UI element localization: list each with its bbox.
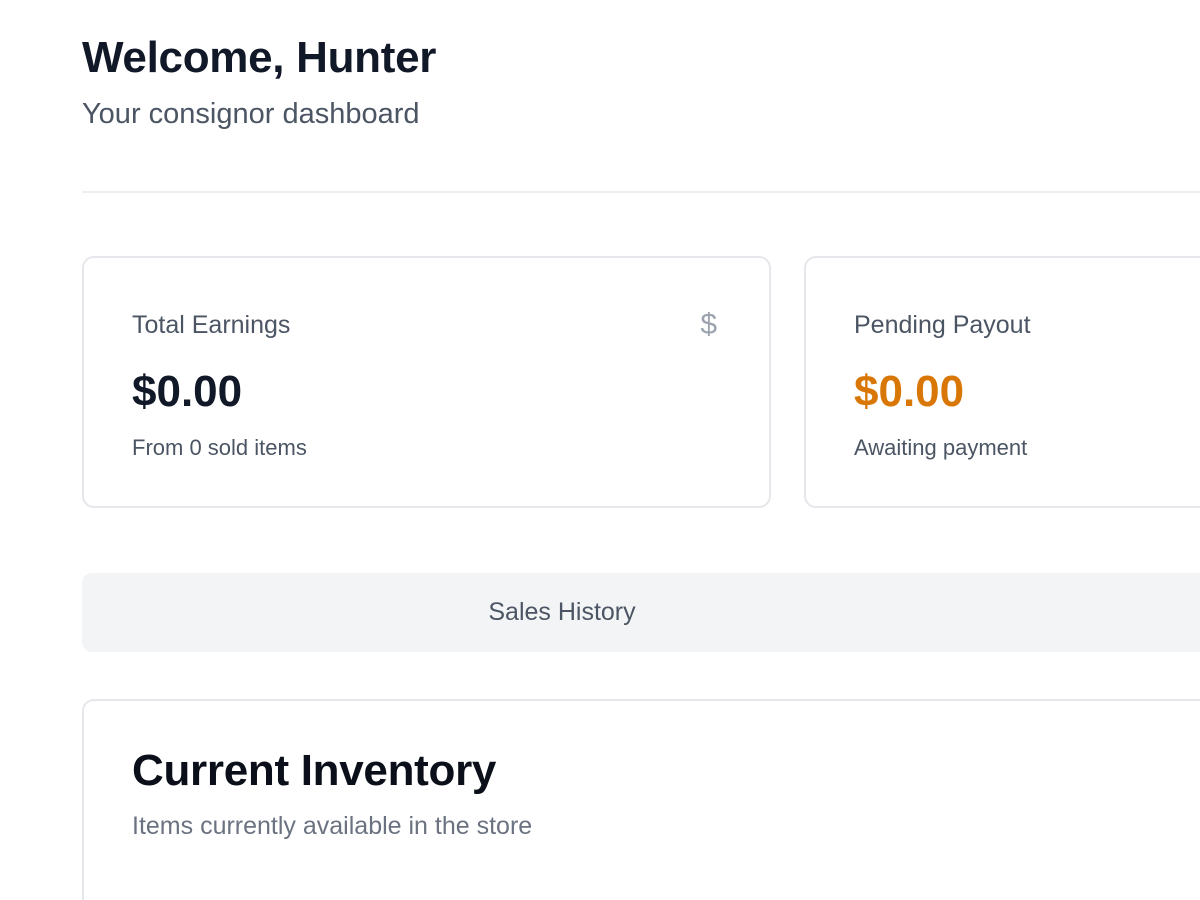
tab-sales-history[interactable]: Sales History	[82, 573, 1042, 652]
total-earnings-label: Total Earnings	[132, 311, 291, 339]
inventory-subtitle: Items currently available in the store	[132, 812, 533, 840]
pending-payout-card: Pending Payout $0.00 Awaiting payment	[804, 256, 1200, 508]
page-subtitle: Your consignor dashboard	[82, 98, 420, 130]
dashboard-page: Welcome, Hunter Your consignor dashboard…	[0, 0, 1200, 900]
inventory-title: Current Inventory	[132, 746, 497, 795]
total-earnings-value: $0.00	[132, 367, 243, 416]
pending-payout-label: Pending Payout	[854, 311, 1031, 339]
header-divider	[82, 191, 1200, 193]
total-earnings-card: Total Earnings $ $0.00 From 0 sold items	[82, 256, 771, 508]
total-earnings-caption: From 0 sold items	[132, 435, 307, 460]
page-header: Welcome, Hunter Your consignor dashboard	[82, 32, 436, 132]
tab-bar: Sales History	[82, 573, 1200, 652]
current-inventory-card: Current Inventory Items currently availa…	[82, 699, 1200, 900]
pending-payout-value: $0.00	[854, 367, 965, 416]
page-title: Welcome, Hunter	[82, 33, 437, 82]
pending-payout-caption: Awaiting payment	[854, 435, 1028, 460]
dollar-icon: $	[700, 308, 717, 341]
